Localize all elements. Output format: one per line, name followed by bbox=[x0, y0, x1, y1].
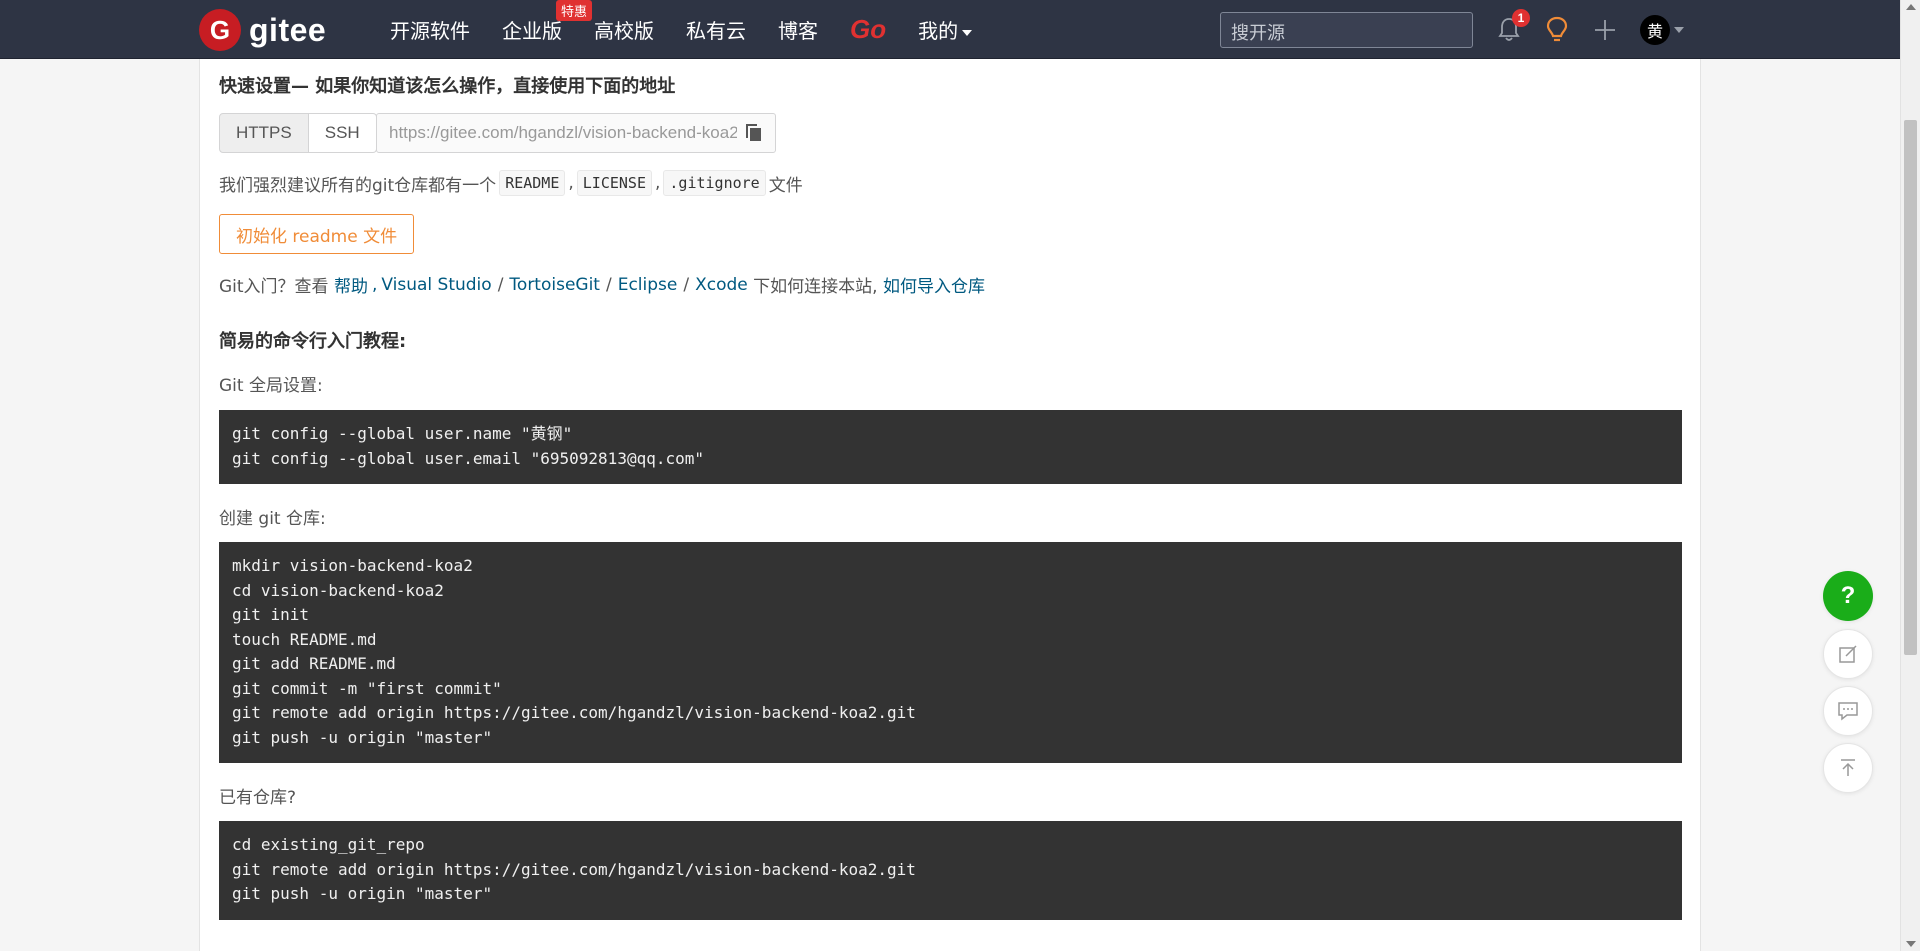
feedback-float-button[interactable] bbox=[1823, 629, 1873, 679]
help-link[interactable]: 帮助 bbox=[334, 272, 368, 297]
repo-url-text: https://gitee.com/hgandzl/vision-backend… bbox=[389, 123, 737, 142]
gitignore-chip: .gitignore bbox=[663, 170, 766, 196]
global-settings-code: git config --global user.name "黄钢" git c… bbox=[219, 410, 1682, 484]
existing-repo-code: cd existing_git_repo git remote add orig… bbox=[219, 821, 1682, 920]
readme-chip: README bbox=[499, 170, 566, 196]
git-intro-text: Git入门？查看 帮助 , Visual Studio / TortoiseGi… bbox=[219, 272, 985, 298]
scroll-down-arrow-icon[interactable] bbox=[1906, 941, 1916, 947]
xcode-link[interactable]: Xcode bbox=[695, 275, 748, 295]
idea-button[interactable] bbox=[1542, 15, 1572, 45]
top-navbar: G gitee 开源软件 企业版 特惠 高校版 私有云 博客 Go 我的 搜开源… bbox=[0, 0, 1900, 59]
edit-note-icon bbox=[1839, 645, 1857, 663]
enterprise-promo-badge: 特惠 bbox=[555, 0, 592, 21]
user-menu[interactable]: 黄 bbox=[1638, 14, 1686, 45]
comment-float-button[interactable] bbox=[1823, 686, 1873, 736]
tortoisegit-link[interactable]: TortoiseGit bbox=[509, 275, 600, 295]
repo-url-field[interactable]: https://gitee.com/hgandzl/vision-backend… bbox=[376, 113, 776, 153]
nav-link-mine-label: 我的 bbox=[918, 19, 959, 43]
nav-link-go[interactable]: Go bbox=[850, 14, 886, 45]
create-new-button[interactable] bbox=[1590, 15, 1620, 45]
comma-separator: , bbox=[655, 173, 661, 193]
comment-icon bbox=[1838, 702, 1858, 721]
notification-button[interactable]: 1 bbox=[1494, 8, 1530, 45]
plus-icon bbox=[1595, 19, 1615, 40]
avatar: 黄 bbox=[1640, 14, 1670, 45]
back-to-top-button[interactable] bbox=[1823, 743, 1873, 793]
slash-separator: / bbox=[683, 274, 690, 295]
arrow-up-icon bbox=[1841, 759, 1855, 776]
gitee-logo-text: gitee bbox=[249, 11, 327, 48]
page-scrollbar[interactable] bbox=[1900, 0, 1920, 951]
nav-link-enterprise[interactable]: 企业版 特惠 bbox=[502, 0, 592, 44]
nav-link-private-cloud[interactable]: 私有云 bbox=[686, 15, 746, 44]
recommend-prefix: 我们强烈建议所有的git仓库都有一个 bbox=[219, 175, 497, 196]
gitee-logo[interactable]: G gitee bbox=[199, 9, 326, 51]
nav-links: 开源软件 企业版 特惠 高校版 私有云 博客 Go 我的 bbox=[390, 0, 1004, 59]
slash-separator: / bbox=[605, 274, 612, 295]
protocol-toggle: HTTPS SSH bbox=[219, 113, 377, 153]
intro-middle: 下如何连接本站, bbox=[753, 277, 878, 297]
global-settings-label: Git 全局设置: bbox=[219, 376, 323, 396]
init-readme-button[interactable]: 初始化 readme 文件 bbox=[219, 214, 415, 254]
create-repo-code: mkdir vision-backend-koa2 cd vision-back… bbox=[219, 542, 1682, 763]
intro-prefix: Git入门？查看 bbox=[219, 277, 329, 297]
recommend-files-text: 我们强烈建议所有的git仓库都有一个 README, LICENSE, .git… bbox=[219, 170, 803, 196]
search-input[interactable]: 搜开源 bbox=[1220, 12, 1473, 48]
slash-separator: / bbox=[497, 274, 504, 295]
main-panel: 快速设置— 如果你知道该怎么操作，直接使用下面的地址 HTTPS SSH htt… bbox=[199, 59, 1701, 951]
eclipse-link[interactable]: Eclipse bbox=[618, 275, 678, 295]
chevron-down-icon bbox=[962, 29, 973, 36]
comma-separator: , bbox=[371, 274, 378, 295]
tutorial-title: 简易的命令行入门教程: bbox=[219, 331, 407, 352]
quick-setup-title: 快速设置— 如果你知道该怎么操作，直接使用下面的地址 bbox=[219, 76, 676, 97]
license-chip: LICENSE bbox=[576, 170, 652, 196]
gitee-logo-icon: G bbox=[199, 9, 241, 51]
existing-repo-label: 已有仓库? bbox=[219, 788, 297, 808]
help-icon: ? bbox=[1840, 582, 1856, 609]
nav-link-open-source[interactable]: 开源软件 bbox=[390, 15, 470, 44]
create-repo-label: 创建 git 仓库: bbox=[219, 509, 326, 529]
ssh-button[interactable]: SSH bbox=[308, 113, 377, 153]
nav-link-education[interactable]: 高校版 bbox=[594, 15, 654, 44]
import-repo-link[interactable]: 如何导入仓库 bbox=[883, 272, 985, 297]
chevron-down-icon bbox=[1674, 26, 1684, 33]
scroll-up-arrow-icon[interactable] bbox=[1906, 4, 1916, 10]
copy-icon[interactable] bbox=[745, 123, 763, 143]
recommend-suffix: 文件 bbox=[768, 175, 803, 196]
nav-link-blog[interactable]: 博客 bbox=[778, 15, 818, 44]
scroll-thumb[interactable] bbox=[1904, 120, 1917, 655]
comma-separator: , bbox=[568, 173, 574, 193]
help-float-button[interactable]: ? bbox=[1823, 571, 1873, 621]
notification-count-badge: 1 bbox=[1512, 8, 1530, 27]
lightbulb-icon bbox=[1546, 16, 1568, 41]
nav-icons: 1 黄 bbox=[1494, 0, 1704, 59]
https-button[interactable]: HTTPS bbox=[219, 113, 309, 153]
nav-link-mine[interactable]: 我的 bbox=[918, 15, 973, 44]
nav-link-enterprise-label: 企业版 bbox=[502, 19, 562, 43]
visual-studio-link[interactable]: Visual Studio bbox=[381, 275, 491, 295]
